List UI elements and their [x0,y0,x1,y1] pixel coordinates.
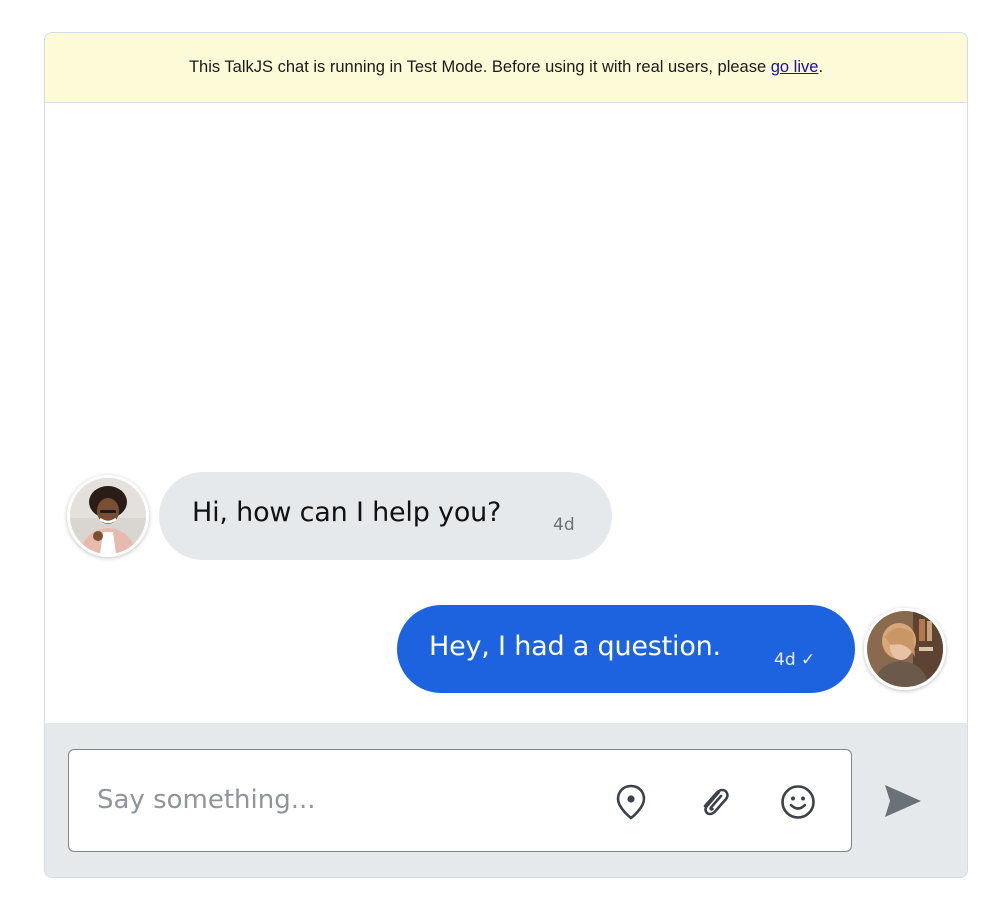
incoming-message-timestamp: 4d [553,515,575,535]
incoming-message-bubble[interactable]: Hi, how can I help you? 4d [159,472,612,560]
location-pin-icon[interactable] [609,780,653,824]
message-list[interactable]: Hi, how can I help you? 4d Hey, I had a … [45,103,967,723]
message-input-box[interactable] [68,749,852,852]
send-button[interactable] [879,777,927,825]
chat-window: This TalkJS chat is running in Test Mode… [44,32,968,878]
test-mode-banner: This TalkJS chat is running in Test Mode… [45,33,967,103]
composer [45,723,967,877]
paperclip-icon[interactable] [693,780,737,824]
smiley-icon[interactable] [776,780,820,824]
user-avatar-image [867,611,943,687]
go-live-link[interactable]: go live [771,58,819,77]
send-arrow-icon [885,785,921,817]
banner-suffix: . [818,58,824,76]
outgoing-message-text: Hey, I had a question. [429,631,721,662]
agent-avatar[interactable] [67,475,149,557]
test-mode-banner-text: This TalkJS chat is running in Test Mode… [188,58,771,76]
outgoing-message-timestamp: 4d ✓ [774,650,816,670]
incoming-message-text: Hi, how can I help you? [192,497,502,528]
agent-avatar-image [70,478,146,554]
user-avatar[interactable] [864,608,946,690]
message-input[interactable] [97,778,577,822]
outgoing-message-bubble[interactable]: Hey, I had a question. 4d ✓ [397,605,855,693]
